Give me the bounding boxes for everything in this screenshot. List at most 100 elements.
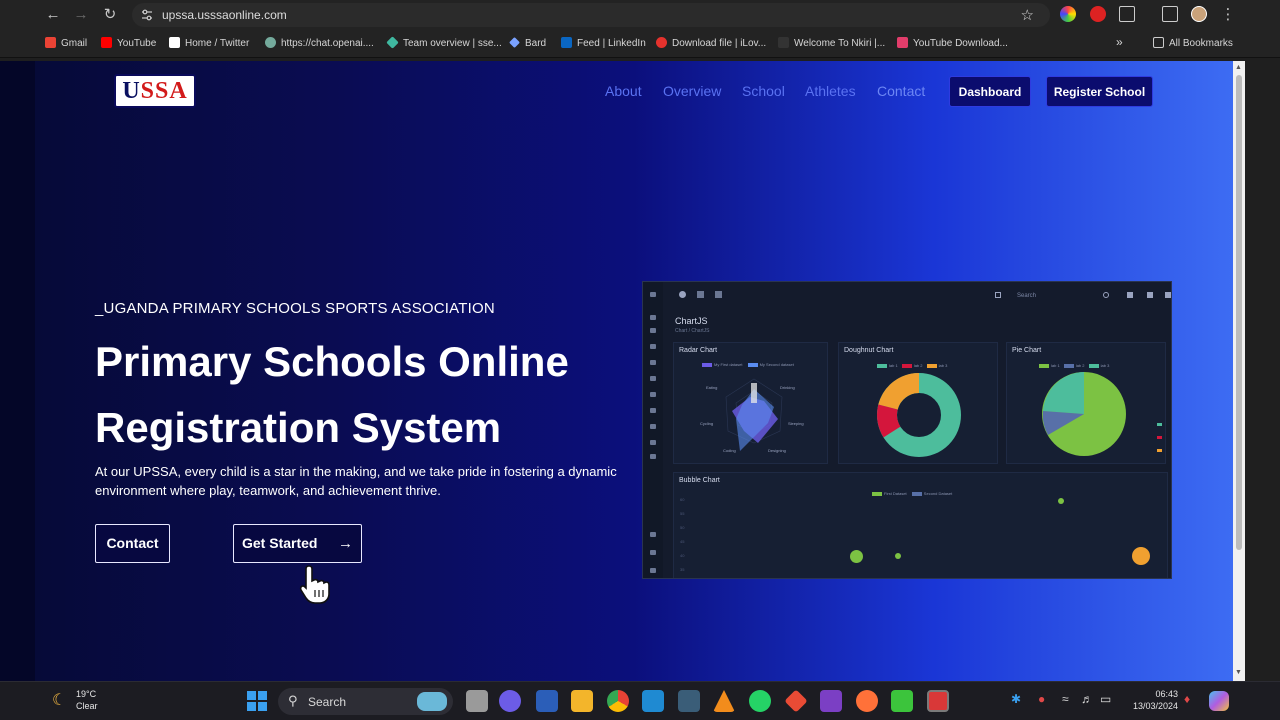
weather-widget[interactable]: 19°C Clear bbox=[76, 688, 98, 712]
legend-label: lab 3 bbox=[938, 363, 948, 368]
all-bookmarks[interactable]: All Bookmarks bbox=[1153, 37, 1233, 49]
logo-letter: U bbox=[122, 78, 141, 104]
vscode-icon[interactable] bbox=[642, 690, 664, 712]
bookmark-label: Download file | iLov... bbox=[672, 38, 767, 49]
file-explorer-icon[interactable] bbox=[571, 690, 593, 712]
camtasia-icon[interactable] bbox=[891, 690, 913, 712]
preview-breadcrumb: Chart / ChartJS bbox=[675, 328, 710, 334]
profile-avatar[interactable] bbox=[1191, 6, 1207, 22]
bookmark-youtube-downloader[interactable]: YouTube Download... bbox=[897, 37, 1008, 49]
bookmark-twitter[interactable]: Home / Twitter bbox=[169, 37, 249, 49]
windows-start-icon[interactable] bbox=[247, 691, 267, 711]
notification-bell-icon[interactable]: ♦ bbox=[1184, 692, 1190, 706]
copilot-icon[interactable] bbox=[1209, 691, 1229, 711]
y-tick-label: 45 bbox=[680, 539, 685, 544]
visual-studio-icon[interactable] bbox=[820, 690, 842, 712]
menu-dots-icon[interactable]: ⋮ bbox=[1217, 4, 1239, 26]
radar-axis-label: Cycling bbox=[700, 421, 714, 426]
page-left-margin bbox=[0, 61, 35, 681]
nav-contact[interactable]: Contact bbox=[877, 83, 925, 99]
side-panel-icon[interactable] bbox=[1162, 6, 1178, 22]
recorder-icon[interactable] bbox=[927, 690, 949, 712]
taskbar-search[interactable]: ⚲ Search bbox=[278, 688, 453, 715]
get-started-button[interactable]: Get Started → bbox=[233, 524, 362, 563]
clock-date: 13/03/2024 bbox=[1132, 701, 1178, 711]
hero-title-line2: Registration System bbox=[95, 404, 502, 451]
search-highlight-icon bbox=[417, 692, 447, 711]
contact-button[interactable]: Contact bbox=[95, 524, 170, 563]
wifi-icon[interactable]: ≈ bbox=[1062, 692, 1069, 706]
reload-icon[interactable]: ↻ bbox=[99, 4, 121, 26]
bookmark-linkedin[interactable]: Feed | LinkedIn bbox=[561, 37, 646, 49]
extensions-puzzle-icon[interactable] bbox=[1119, 6, 1135, 22]
vlc-icon[interactable] bbox=[713, 690, 735, 712]
scroll-down-icon[interactable]: ▼ bbox=[1235, 669, 1242, 676]
preview-title: ChartJS bbox=[675, 316, 708, 326]
bubble-chart-card: Bubble Chart First Dataset Second Datase… bbox=[673, 472, 1168, 578]
task-view-icon[interactable] bbox=[466, 690, 488, 712]
x-twitter-icon bbox=[169, 37, 180, 48]
bookmark-gmail[interactable]: Gmail bbox=[45, 37, 87, 49]
back-icon[interactable]: ← bbox=[42, 4, 64, 26]
whatsapp-icon[interactable] bbox=[749, 690, 771, 712]
taskbar-clock[interactable]: 06:43 13/03/2024 bbox=[1122, 688, 1178, 712]
search-icon: ⚲ bbox=[288, 693, 298, 708]
chrome-icon[interactable] bbox=[607, 690, 629, 712]
legend-label: My Second dataset bbox=[759, 362, 794, 367]
nav-about[interactable]: About bbox=[605, 83, 642, 99]
y-tick-label: 50 bbox=[680, 525, 685, 530]
address-bar[interactable]: upssa.usssaonline.com ☆ bbox=[132, 3, 1050, 27]
legend-swatch bbox=[1157, 423, 1162, 426]
scrollbar-thumb[interactable] bbox=[1236, 75, 1242, 550]
more-bookmarks-chevron-icon[interactable]: » bbox=[1116, 35, 1123, 49]
git-icon[interactable] bbox=[784, 689, 808, 713]
register-school-button[interactable]: Register School bbox=[1046, 76, 1153, 107]
url-text[interactable]: upssa.usssaonline.com bbox=[162, 8, 287, 22]
bookmark-team-overview[interactable]: Team overview | sse... bbox=[386, 36, 502, 49]
microphone-icon[interactable]: ● bbox=[1038, 692, 1045, 706]
nav-athletes[interactable]: Athletes bbox=[805, 83, 856, 99]
bookmark-label: Home / Twitter bbox=[185, 38, 250, 49]
bluetooth-icon[interactable]: ✱ bbox=[1011, 692, 1021, 706]
word-icon[interactable] bbox=[536, 690, 558, 712]
nav-overview[interactable]: Overview bbox=[663, 83, 721, 99]
bookmark-label: Team overview | sse... bbox=[403, 38, 502, 49]
bell-icon bbox=[1127, 292, 1133, 298]
dashboard-button[interactable]: Dashboard bbox=[949, 76, 1031, 107]
radar-legend: My First dataset My Second dataset bbox=[702, 362, 794, 367]
page-scrollbar[interactable]: ▲ ▼ bbox=[1233, 61, 1245, 681]
bookmark-youtube[interactable]: YouTube bbox=[101, 37, 156, 49]
bookmark-chatgpt[interactable]: https://chat.openai.... bbox=[265, 37, 374, 49]
doughnut-chart-graphic bbox=[877, 373, 961, 457]
youtube-icon bbox=[101, 37, 112, 48]
bookmark-nkiri[interactable]: Welcome To Nkiri |... bbox=[778, 37, 885, 49]
extension-icon[interactable] bbox=[1090, 6, 1106, 22]
legend-label: lab 2 bbox=[913, 363, 923, 368]
nav-school[interactable]: School bbox=[742, 83, 785, 99]
moon-icon[interactable]: ☾ bbox=[52, 690, 66, 710]
snipping-tool-icon[interactable] bbox=[678, 690, 700, 712]
heart-icon bbox=[656, 37, 667, 48]
scroll-up-icon[interactable]: ▲ bbox=[1235, 64, 1242, 71]
upssa-logo[interactable]: USSA bbox=[114, 74, 196, 108]
folder-icon bbox=[1153, 37, 1164, 48]
bubble-point bbox=[1058, 498, 1064, 504]
site-settings-icon[interactable] bbox=[140, 8, 154, 22]
bookmark-label: Feed | LinkedIn bbox=[577, 38, 646, 49]
volume-icon[interactable]: ♬ bbox=[1081, 692, 1093, 706]
pie-legend: lab 1 lab 2 lab 3 bbox=[1039, 363, 1109, 368]
extension-icon[interactable] bbox=[1060, 6, 1076, 22]
bookmark-bard[interactable]: Bard bbox=[509, 37, 546, 49]
fullscreen-icon bbox=[995, 292, 1001, 298]
doughnut-chart-title: Doughnut Chart bbox=[844, 347, 894, 354]
pie-chart-card: Pie Chart lab 1 lab 2 lab 3 bbox=[1006, 342, 1166, 464]
battery-icon[interactable]: ▭ bbox=[1100, 692, 1111, 706]
bookmark-ilovepdf[interactable]: Download file | iLov... bbox=[656, 37, 766, 49]
doughnut-legend: lab 1 lab 2 lab 3 bbox=[877, 363, 947, 368]
teams-meet-icon[interactable] bbox=[499, 690, 521, 712]
firefox-icon[interactable] bbox=[856, 690, 878, 712]
bookmark-label: YouTube bbox=[117, 38, 157, 49]
bookmark-star-icon[interactable]: ☆ bbox=[1021, 6, 1034, 24]
forward-icon[interactable]: → bbox=[70, 4, 92, 26]
logo-letters: SSA bbox=[140, 78, 188, 104]
